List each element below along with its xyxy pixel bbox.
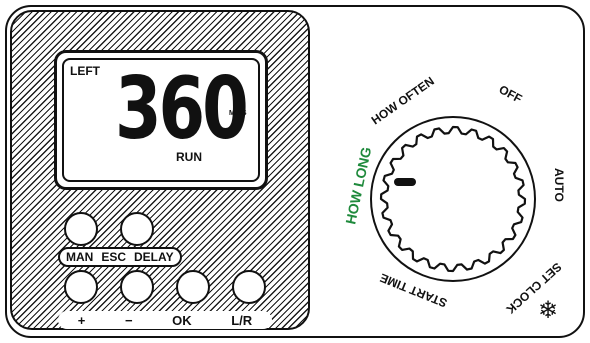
dial-pointer (394, 178, 416, 186)
dial-label-how-often: HOW OFTEN (369, 74, 437, 128)
dial-knob[interactable] (379, 125, 527, 273)
dial-label-start-time: START TIME (378, 271, 449, 311)
dial-graphic: HOW LONG HOW OFTEN OFF AUTO SET CLOCK ST… (342, 74, 566, 317)
snowflake-icon: ❄ (538, 297, 559, 324)
dial-label-how-long: HOW LONG (342, 145, 374, 225)
dial-label-auto: AUTO (552, 168, 566, 202)
dial-label-off: OFF (497, 82, 525, 106)
